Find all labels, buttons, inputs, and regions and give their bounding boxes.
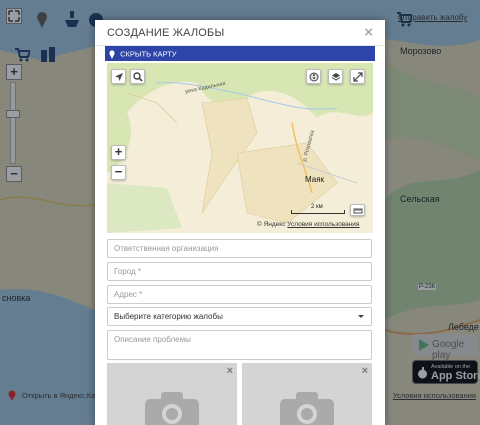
place-label-mayak: Маяк	[305, 175, 325, 184]
hide-map-label: СКРЫТЬ КАРТУ	[120, 49, 177, 59]
map-terms-link[interactable]: Условия использования	[287, 221, 359, 228]
photo-upload-slot-1[interactable]: ×	[107, 363, 237, 425]
hide-map-toggle[interactable]: СКРЫТЬ КАРТУ	[105, 46, 375, 61]
geolocation-arrow-icon	[114, 73, 123, 81]
photo-upload-slot-2[interactable]: ×	[242, 363, 372, 425]
search-icon	[132, 72, 143, 82]
map-scale-bar	[291, 210, 345, 214]
complaint-modal: СОЗДАНИЕ ЖАЛОБЫ × СКРЫТЬ КАРТУ река Кади…	[95, 20, 385, 425]
my-location-button[interactable]	[111, 69, 126, 84]
map-search-button[interactable]	[130, 69, 145, 84]
remove-photo-icon[interactable]: ×	[362, 365, 368, 377]
layers-icon	[331, 73, 340, 81]
camera-icon	[145, 392, 199, 425]
remove-photo-icon[interactable]: ×	[227, 365, 233, 377]
map-copyright: © Яндекс Условия использования	[257, 221, 359, 228]
ruler-button[interactable]	[350, 204, 365, 216]
map-scale-label: 2 км	[310, 204, 324, 210]
map-zoom-out-button[interactable]: −	[111, 165, 126, 180]
map-pin-icon	[109, 49, 115, 59]
map-zoom-in-button[interactable]: +	[111, 145, 126, 160]
close-icon[interactable]: ×	[364, 24, 373, 41]
map-fullscreen-button[interactable]	[350, 69, 365, 84]
chevron-down-icon	[358, 315, 364, 318]
organization-input[interactable]	[107, 239, 372, 258]
modal-header: СОЗДАНИЕ ЖАЛОБЫ ×	[95, 20, 385, 46]
location-map-graphic	[107, 63, 373, 233]
location-picker-map[interactable]: река Кадильная р. Розоватка + − Маяк 2 к…	[107, 63, 373, 233]
description-textarea[interactable]	[107, 330, 372, 360]
map-layers-button[interactable]	[328, 69, 343, 84]
city-input[interactable]	[107, 262, 372, 281]
camera-icon	[280, 392, 334, 425]
traffic-icon	[309, 72, 318, 82]
address-input[interactable]	[107, 285, 372, 304]
modal-title: СОЗДАНИЕ ЖАЛОБЫ	[107, 27, 225, 39]
expand-icon	[352, 72, 363, 82]
category-select[interactable]: Выберите категорию жалобы	[107, 307, 372, 326]
ruler-icon	[353, 208, 362, 214]
category-select-value: Выберите категорию жалобы	[114, 312, 223, 321]
yandex-copyright: © Яндекс	[257, 221, 286, 228]
traffic-layer-button[interactable]	[306, 69, 321, 84]
